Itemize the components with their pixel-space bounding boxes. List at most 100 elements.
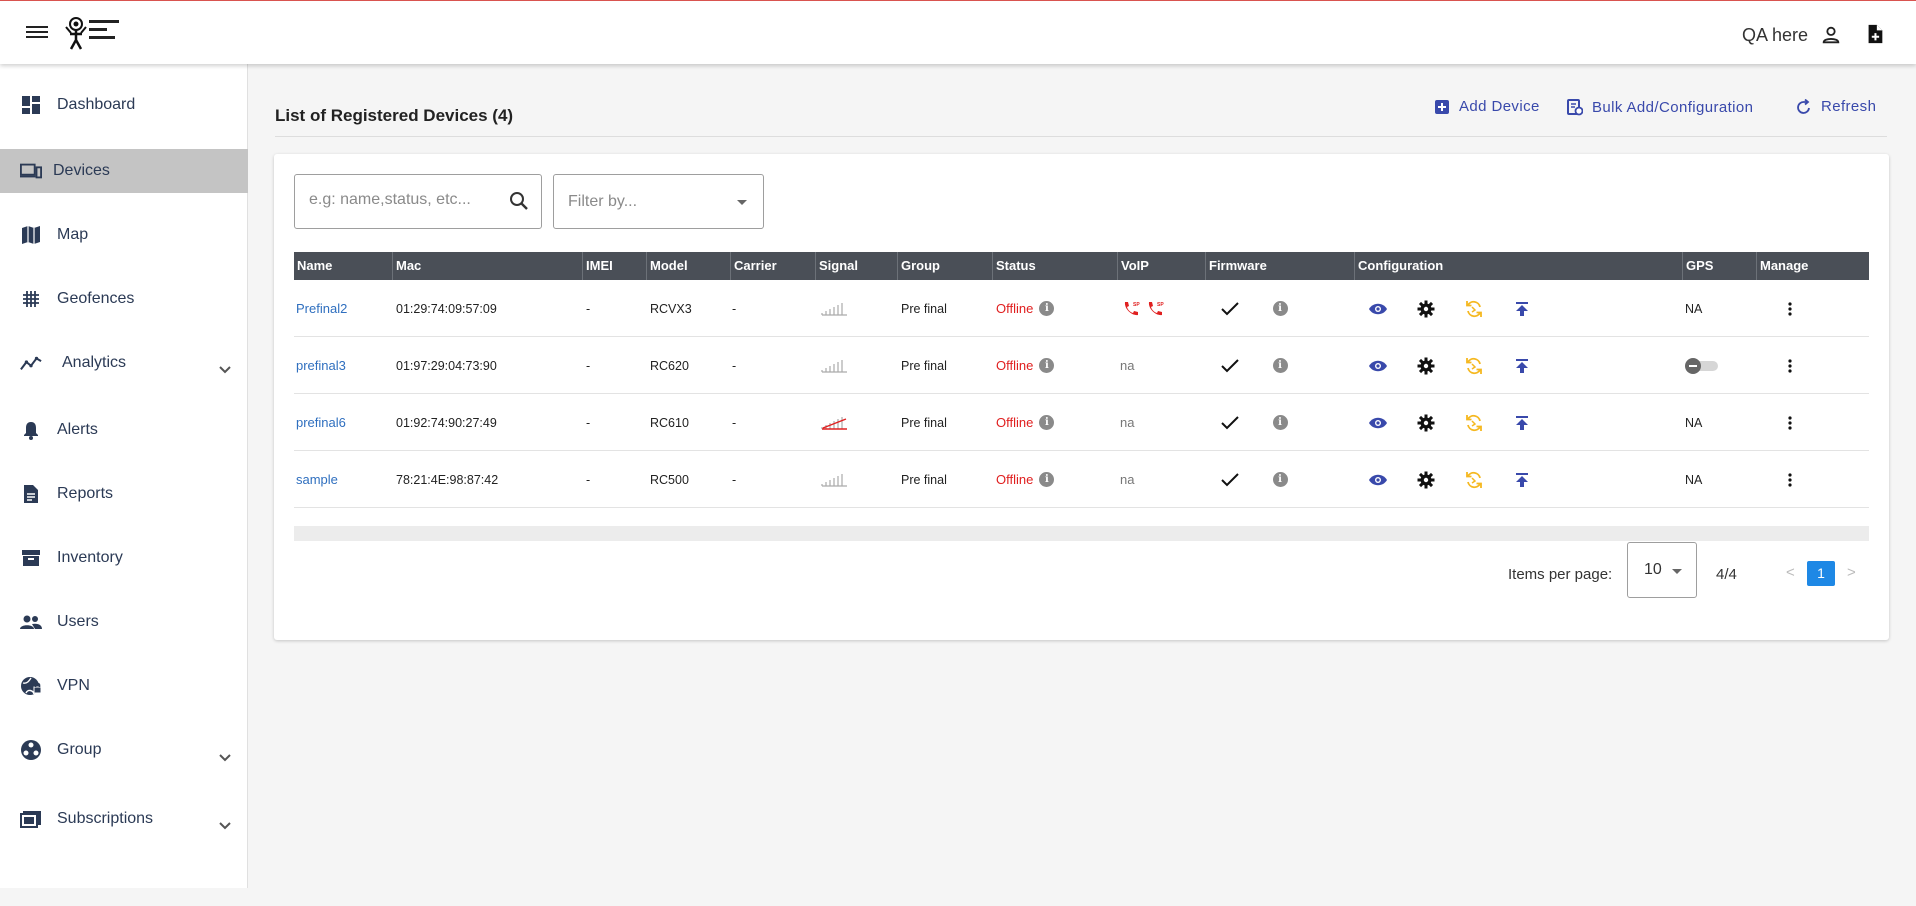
settings-gear-icon[interactable] <box>1414 394 1438 451</box>
info-icon[interactable]: i <box>1039 415 1055 430</box>
sidebar-item-subscriptions[interactable]: Subscriptions <box>0 797 248 841</box>
gps-toggle[interactable] <box>1684 337 1720 394</box>
sidebar-item-map[interactable]: Map <box>0 213 248 257</box>
upload-config-icon[interactable] <box>1510 451 1534 508</box>
more-vert-icon[interactable] <box>1778 394 1802 451</box>
sidebar-item-analytics[interactable]: Analytics <box>0 341 248 385</box>
voip-line-2-icon[interactable]: SP <box>1144 280 1166 337</box>
status-cell: Offline i <box>996 337 1055 394</box>
firmware-info-icon[interactable]: i <box>1268 394 1292 451</box>
device-name-link[interactable]: prefinal3 <box>296 337 346 394</box>
analytics-icon <box>20 352 42 374</box>
info-icon[interactable]: i <box>1039 472 1055 487</box>
upload-config-icon[interactable] <box>1510 394 1534 451</box>
sync-config-icon[interactable] <box>1462 394 1486 451</box>
column-header-firmware[interactable]: Firmware <box>1205 252 1354 280</box>
bulk-add-configuration-button[interactable]: Bulk Add/Configuration <box>1567 98 1753 116</box>
gps-cell: NA <box>1685 415 1703 430</box>
column-header-status[interactable]: Status <box>992 252 1117 280</box>
model-cell: RC500 <box>650 472 689 487</box>
refresh-button[interactable]: Refresh <box>1796 98 1876 115</box>
device-name-link[interactable]: Prefinal2 <box>296 280 347 337</box>
column-header-manage[interactable]: Manage <box>1756 252 1869 280</box>
firmware-ok-check-icon <box>1218 451 1242 508</box>
gps-cell: NA <box>1685 472 1703 487</box>
sidebar-item-devices[interactable]: Devices <box>0 149 248 193</box>
sidebar-item-alerts[interactable]: Alerts <box>0 408 248 452</box>
add-document-icon[interactable] <box>1864 22 1886 46</box>
mac-cell: 01:29:74:09:57:09 <box>396 301 497 316</box>
next-page-button[interactable]: > <box>1847 564 1856 581</box>
firmware-info-icon[interactable]: i <box>1268 280 1292 337</box>
sidebar-item-group[interactable]: Group <box>0 728 248 772</box>
firmware-info-icon[interactable]: i <box>1268 337 1292 394</box>
sidebar-item-dashboard[interactable]: Dashboard <box>0 83 248 127</box>
column-header-name[interactable]: Name <box>294 252 392 280</box>
column-header-configuration[interactable]: Configuration <box>1354 252 1682 280</box>
more-vert-icon[interactable] <box>1778 280 1802 337</box>
table-row: prefinal3 01:97:29:04:73:90 - RC620 - Pr… <box>294 337 1869 394</box>
firmware-ok-check-icon <box>1218 280 1242 337</box>
column-header-imei[interactable]: IMEI <box>582 252 646 280</box>
mac-cell: 78:21:4E:98:87:42 <box>396 472 499 487</box>
view-eye-icon[interactable] <box>1366 394 1390 451</box>
refresh-label: Refresh <box>1821 98 1877 115</box>
sidebar-item-vpn[interactable]: VPN <box>0 664 248 708</box>
column-header-mac[interactable]: Mac <box>392 252 582 280</box>
table-row: prefinal6 01:92:74:90:27:49 - RC610 - Pr… <box>294 394 1869 451</box>
column-header-signal[interactable]: Signal <box>815 252 897 280</box>
settings-gear-icon[interactable] <box>1414 280 1438 337</box>
hamburger-menu-icon[interactable] <box>26 23 48 43</box>
sidebar-item-label: Inventory <box>57 549 123 566</box>
more-vert-icon[interactable] <box>1778 451 1802 508</box>
signal-strength-icon <box>820 280 850 337</box>
device-name-link[interactable]: sample <box>296 451 338 508</box>
voip-cell: na <box>1120 472 1135 487</box>
bell-icon <box>20 419 42 441</box>
upload-config-icon[interactable] <box>1510 337 1534 394</box>
items-per-page-select[interactable]: 10 <box>1627 542 1697 598</box>
sidebar-item-inventory[interactable]: Inventory <box>0 536 248 580</box>
search-field[interactable] <box>294 174 542 229</box>
sync-config-icon[interactable] <box>1462 451 1486 508</box>
sync-config-icon[interactable] <box>1462 337 1486 394</box>
column-header-gps[interactable]: GPS <box>1682 252 1756 280</box>
model-cell: RCVX3 <box>650 301 692 316</box>
search-input[interactable] <box>309 191 499 209</box>
info-icon[interactable]: i <box>1039 301 1055 316</box>
voip-line-1-icon[interactable]: SP <box>1120 280 1142 337</box>
sidebar-item-geofences[interactable]: Geofences <box>0 277 248 321</box>
signal-strength-icon <box>820 337 850 394</box>
view-eye-icon[interactable] <box>1366 337 1390 394</box>
settings-gear-icon[interactable] <box>1414 337 1438 394</box>
column-header-carrier[interactable]: Carrier <box>730 252 815 280</box>
view-eye-icon[interactable] <box>1366 451 1390 508</box>
add-device-label: Add Device <box>1459 98 1540 115</box>
more-vert-icon[interactable] <box>1778 337 1802 394</box>
previous-page-button[interactable]: < <box>1786 564 1795 581</box>
sidebar-item-users[interactable]: Users <box>0 600 248 644</box>
group-cell: Pre final <box>901 472 947 487</box>
sync-config-icon[interactable] <box>1462 280 1486 337</box>
status-cell: Offline i <box>996 394 1055 451</box>
device-name-link[interactable]: prefinal6 <box>296 394 346 451</box>
column-header-voip[interactable]: VoIP <box>1117 252 1205 280</box>
column-header-model[interactable]: Model <box>646 252 730 280</box>
settings-gear-icon[interactable] <box>1414 451 1438 508</box>
user-account-icon[interactable] <box>1820 24 1842 46</box>
info-icon[interactable]: i <box>1039 358 1055 373</box>
model-cell: RC620 <box>650 358 689 373</box>
view-eye-icon[interactable] <box>1366 280 1390 337</box>
column-header-group[interactable]: Group <box>897 252 992 280</box>
horizontal-scrollbar[interactable] <box>294 526 1869 541</box>
page-number-button[interactable]: 1 <box>1807 561 1835 586</box>
status-cell: Offline i <box>996 280 1055 337</box>
sidebar-item-label: Users <box>57 613 99 630</box>
search-icon[interactable] <box>509 191 529 211</box>
upload-config-icon[interactable] <box>1510 280 1534 337</box>
sidebar-item-reports[interactable]: Reports <box>0 472 248 516</box>
filter-select[interactable]: Filter by... <box>553 174 764 229</box>
firmware-info-icon[interactable]: i <box>1268 451 1292 508</box>
add-device-button[interactable]: Add Device <box>1434 98 1540 115</box>
status-text: Offline <box>996 358 1034 373</box>
